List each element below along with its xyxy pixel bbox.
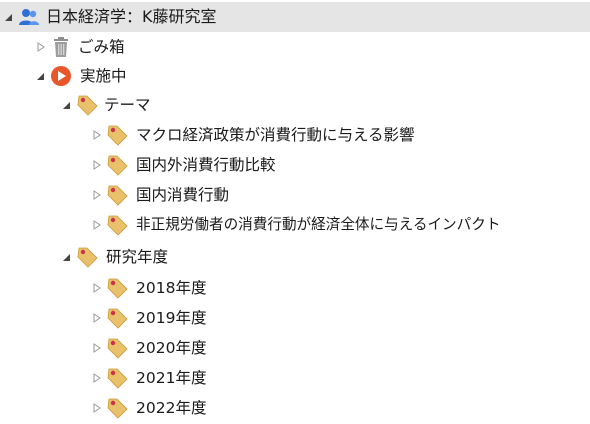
collapsed-triangle-icon[interactable] bbox=[92, 312, 102, 324]
theme-item-label: マクロ経済政策が消費行動に与える影響 bbox=[136, 126, 415, 144]
tree-node-theme-item[interactable]: 国内消費行動 bbox=[0, 180, 590, 210]
users-icon bbox=[18, 6, 40, 28]
year-item-label: 2021年度 bbox=[136, 369, 207, 387]
tag-icon bbox=[76, 246, 98, 268]
tree-node-year-item[interactable]: 2021年度 bbox=[0, 363, 590, 393]
year-item-label: 2018年度 bbox=[136, 279, 207, 297]
tag-icon bbox=[106, 397, 128, 419]
tree-node-theme-item[interactable]: 非正規労働者の消費行動が経済全体に与えるインパクト bbox=[0, 210, 590, 240]
play-circle-icon bbox=[50, 65, 72, 87]
collapsed-triangle-icon[interactable] bbox=[92, 402, 102, 414]
tree-node-theme-item[interactable]: マクロ経済政策が消費行動に与える影響 bbox=[0, 120, 590, 150]
tree-node-root[interactable]: 日本経済学：K藤研究室 bbox=[0, 2, 590, 32]
tree-node-year-item[interactable]: 2018年度 bbox=[0, 273, 590, 303]
year-label: 研究年度 bbox=[106, 248, 169, 266]
theme-item-label: 国内消費行動 bbox=[136, 186, 230, 204]
expanded-triangle-icon[interactable] bbox=[4, 11, 14, 23]
tag-icon bbox=[106, 337, 128, 359]
theme-item-label: 非正規労働者の消費行動が経済全体に与えるインパクト bbox=[136, 216, 501, 233]
theme-item-label: 国内外消費行動比較 bbox=[136, 156, 276, 174]
expanded-triangle-icon[interactable] bbox=[36, 70, 46, 82]
tree-node-trash[interactable]: ごみ箱 bbox=[0, 32, 590, 62]
tree-node-theme-item[interactable]: 国内外消費行動比較 bbox=[0, 150, 590, 180]
active-label: 実施中 bbox=[80, 67, 127, 85]
collapsed-triangle-icon[interactable] bbox=[92, 282, 102, 294]
collapsed-triangle-icon[interactable] bbox=[92, 159, 102, 171]
year-item-label: 2022年度 bbox=[136, 399, 207, 417]
tag-icon bbox=[106, 307, 128, 329]
trash-icon bbox=[50, 36, 72, 58]
tree-node-theme[interactable]: テーマ bbox=[0, 90, 590, 120]
tree-node-active[interactable]: 実施中 bbox=[0, 61, 590, 91]
tree-node-year[interactable]: 研究年度 bbox=[0, 242, 590, 272]
year-item-label: 2019年度 bbox=[136, 309, 207, 327]
collapsed-triangle-icon[interactable] bbox=[92, 342, 102, 354]
trash-label: ごみ箱 bbox=[78, 38, 125, 56]
tag-icon bbox=[106, 124, 128, 146]
tree-node-year-item[interactable]: 2020年度 bbox=[0, 333, 590, 363]
collapsed-triangle-icon[interactable] bbox=[92, 189, 102, 201]
tree-node-year-item[interactable]: 2022年度 bbox=[0, 393, 590, 423]
collapsed-triangle-icon[interactable] bbox=[92, 219, 102, 231]
tag-icon bbox=[76, 94, 98, 116]
tag-icon bbox=[106, 184, 128, 206]
root-label: 日本経済学：K藤研究室 bbox=[46, 7, 217, 26]
tag-icon bbox=[106, 154, 128, 176]
tag-icon bbox=[106, 277, 128, 299]
collapsed-triangle-icon[interactable] bbox=[36, 41, 46, 53]
expanded-triangle-icon[interactable] bbox=[62, 99, 72, 111]
theme-label: テーマ bbox=[104, 96, 151, 114]
tag-icon bbox=[106, 214, 128, 236]
year-item-label: 2020年度 bbox=[136, 339, 207, 357]
expanded-triangle-icon[interactable] bbox=[62, 251, 72, 263]
tree-node-year-item[interactable]: 2019年度 bbox=[0, 303, 590, 333]
collapsed-triangle-icon[interactable] bbox=[92, 372, 102, 384]
project-tree: 日本経済学：K藤研究室 ごみ箱 実施中 テーマ マクロ経済政策が消費行動に与える… bbox=[0, 0, 590, 424]
tag-icon bbox=[106, 367, 128, 389]
collapsed-triangle-icon[interactable] bbox=[92, 129, 102, 141]
